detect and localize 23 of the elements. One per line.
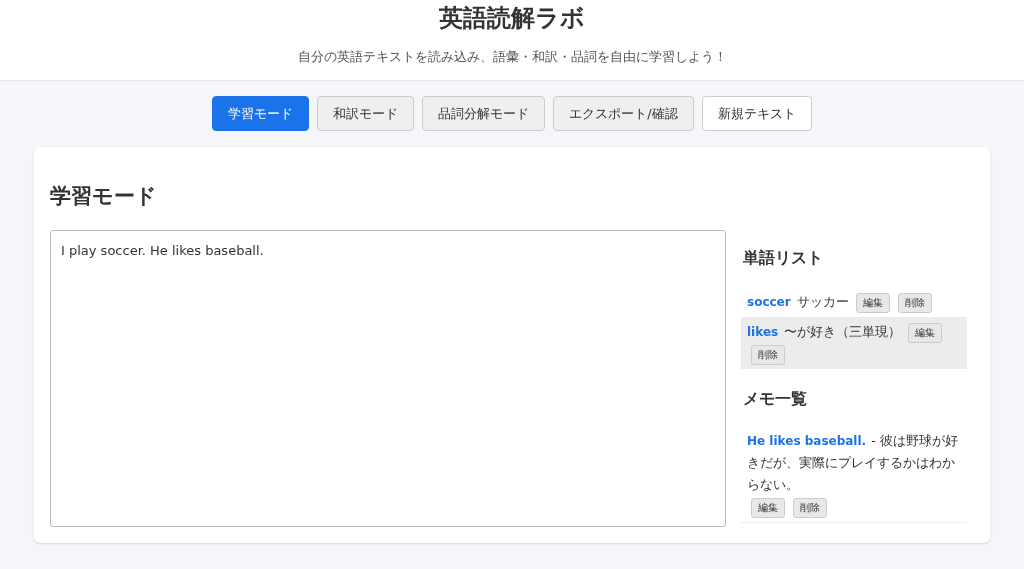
- small-button[interactable]: 編集: [908, 322, 943, 343]
- word-link[interactable]: soccer: [747, 295, 791, 309]
- small-button[interactable]: 編集: [855, 292, 890, 313]
- small-button[interactable]: 編集: [751, 498, 785, 518]
- mode-tab[interactable]: エクスポート/確認: [553, 96, 694, 131]
- mode-tab[interactable]: 和訳モード: [317, 96, 415, 131]
- mode-tab[interactable]: 学習モード: [212, 96, 310, 131]
- new-text-button[interactable]: 新規テキスト: [701, 96, 812, 131]
- memo-text: He likes baseball. - 彼は野球が好きだが、実際にプレイするかはわからない。: [747, 432, 959, 494]
- small-button[interactable]: 削除: [751, 344, 785, 365]
- word-meaning: 〜が好き（三単現）: [784, 324, 902, 339]
- small-button[interactable]: 削除: [897, 292, 932, 313]
- word-link[interactable]: likes: [747, 325, 779, 339]
- mode-tab[interactable]: 品詞分解モード: [422, 96, 546, 131]
- app-title: 英語読解ラボ: [439, 3, 585, 33]
- small-button[interactable]: 削除: [793, 498, 827, 518]
- word-meaning: サッカー: [796, 294, 849, 309]
- memo-list-heading: メモ一覧: [742, 388, 808, 410]
- word-list-heading: 単語リスト: [742, 247, 824, 269]
- text-input-field[interactable]: I play soccer. He likes baseball.: [50, 230, 726, 527]
- memo-phrase-link[interactable]: He likes baseball.: [747, 434, 867, 448]
- section-heading: 学習モード: [50, 183, 158, 210]
- app-subtitle: 自分の英語テキストを読み込み、語彙・和訳・品詞を自由に学習しよう！: [297, 48, 727, 66]
